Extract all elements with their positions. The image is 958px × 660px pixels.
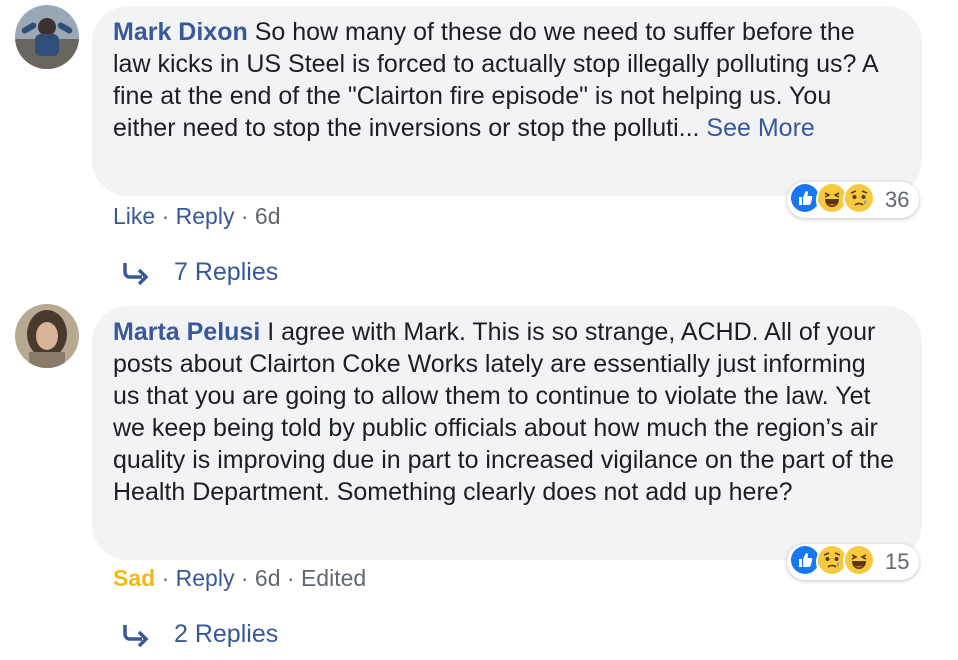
separator: · xyxy=(240,565,249,591)
haha-icon xyxy=(843,544,879,580)
comment-timestamp[interactable]: 6d xyxy=(255,203,281,229)
view-replies-link[interactable]: 2 Replies xyxy=(122,620,278,649)
replies-count[interactable]: 7 Replies xyxy=(174,258,278,287)
reply-button[interactable]: Reply xyxy=(176,203,235,229)
reply-arrow-icon xyxy=(123,624,149,647)
comment-timestamp[interactable]: 6d xyxy=(255,565,281,591)
comment-actions: Like · Reply · 6d xyxy=(113,203,281,230)
comment-text: I agree with Mark. This is so strange, A… xyxy=(113,318,895,506)
separator: · xyxy=(286,565,295,591)
reaction-summary[interactable]: 36 xyxy=(787,182,919,218)
separator: · xyxy=(161,565,170,591)
see-more-link[interactable]: See More xyxy=(706,114,814,142)
comment-bubble: Mark Dixon So how many of these do we ne… xyxy=(92,6,922,196)
comment-author[interactable]: Mark Dixon xyxy=(113,18,248,46)
avatar[interactable] xyxy=(15,304,79,368)
sad-reaction-button[interactable]: Sad xyxy=(113,565,155,591)
sad-icon xyxy=(843,182,879,218)
view-replies-link[interactable]: 7 Replies xyxy=(122,258,278,287)
reaction-summary[interactable]: 15 xyxy=(787,544,919,580)
reply-arrow-icon xyxy=(123,262,149,285)
reaction-count: 36 xyxy=(885,187,910,212)
comment-author[interactable]: Marta Pelusi xyxy=(113,318,260,346)
like-button[interactable]: Like xyxy=(113,203,155,229)
separator: · xyxy=(161,203,170,229)
edited-label[interactable]: Edited xyxy=(301,565,366,591)
reaction-count: 15 xyxy=(885,549,910,574)
replies-count[interactable]: 2 Replies xyxy=(174,620,278,649)
comment-bubble: Marta Pelusi I agree with Mark. This is … xyxy=(92,306,922,560)
reply-button[interactable]: Reply xyxy=(176,565,235,591)
avatar[interactable] xyxy=(15,5,79,69)
separator: · xyxy=(240,203,249,229)
comment-actions: Sad · Reply · 6d · Edited xyxy=(113,565,366,592)
